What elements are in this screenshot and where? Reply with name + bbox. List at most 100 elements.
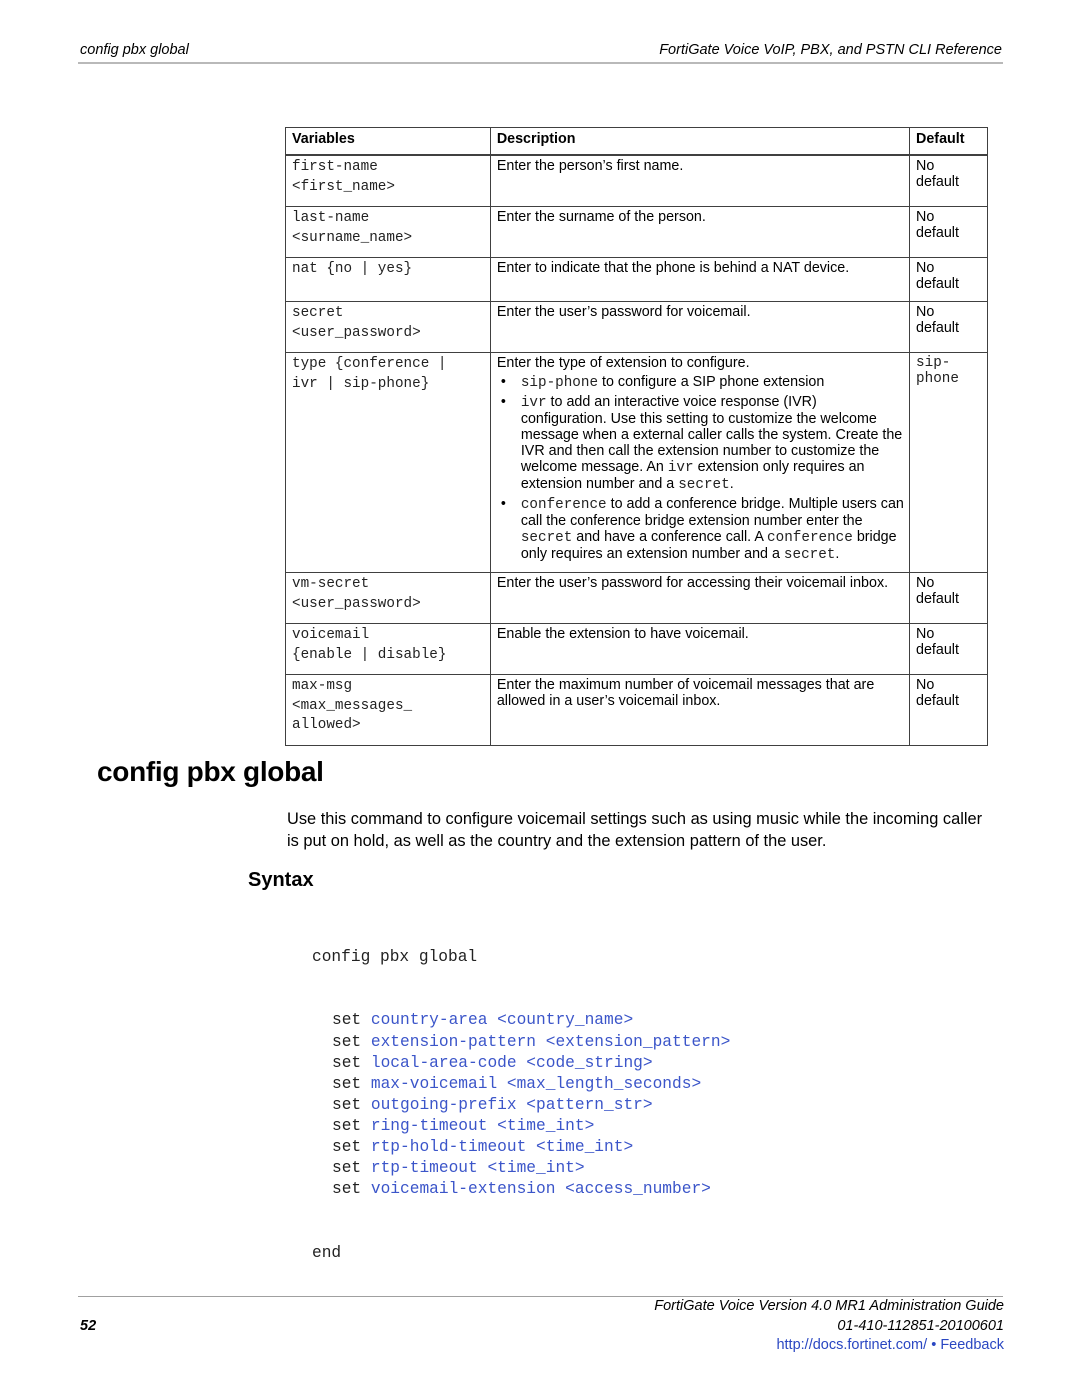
- table-row: nat {no | yes} Enter to indicate that th…: [285, 257, 988, 302]
- default-cell: sip- phone: [909, 352, 988, 573]
- default-line: No: [916, 575, 935, 591]
- inline-code: conference: [767, 530, 853, 546]
- header-section-title: config pbx global: [80, 42, 189, 58]
- variable-name: voicemail: [292, 627, 370, 643]
- syntax-option-link[interactable]: ring-timeout <time_int>: [371, 1117, 594, 1135]
- variable-cell: secret <user_password>: [285, 301, 491, 353]
- option-text: .: [835, 546, 840, 562]
- code-set-line: set outgoing-prefix <pattern_str>: [312, 1095, 730, 1116]
- syntax-option-link[interactable]: extension-pattern <extension_pattern>: [371, 1033, 730, 1051]
- default-cell: No default: [909, 206, 988, 258]
- option-text: and have a conference call. A: [572, 529, 768, 545]
- description-cell: Enter the user’s password for accessing …: [489, 572, 911, 624]
- variable-name: max-msg: [292, 678, 353, 694]
- syntax-option-link[interactable]: voicemail-extension <access_number>: [371, 1180, 711, 1198]
- variable-name: first-name: [292, 159, 378, 175]
- syntax-option-link[interactable]: outgoing-prefix <pattern_str>: [371, 1096, 653, 1114]
- table-row: vm-secret <user_password> Enter the user…: [285, 572, 988, 624]
- default-cell: No default: [909, 301, 988, 353]
- syntax-option-link[interactable]: rtp-timeout <time_int>: [371, 1159, 585, 1177]
- default-line: default: [916, 693, 959, 709]
- variable-value: <user_password>: [292, 595, 421, 612]
- footer-links: http://docs.fortinet.com/ • Feedback: [776, 1337, 1004, 1353]
- list-item: conference to add a conference bridge. M…: [497, 496, 904, 563]
- variable-value: <user_password>: [292, 324, 421, 341]
- variable-cell: type {conference | ivr | sip-phone}: [285, 352, 491, 573]
- code-set-line: set voicemail-extension <access_number>: [312, 1179, 730, 1200]
- set-keyword: set: [332, 1116, 362, 1135]
- code-set-line: set extension-pattern <extension_pattern…: [312, 1032, 730, 1053]
- code-set-line: set rtp-hold-timeout <time_int>: [312, 1137, 730, 1158]
- option-code: ivr: [520, 395, 547, 411]
- set-keyword: set: [332, 1095, 362, 1114]
- default-cell: No default: [909, 572, 988, 624]
- variable-name: nat {no | yes}: [292, 261, 413, 277]
- code-set-line: set ring-timeout <time_int>: [312, 1116, 730, 1137]
- default-line: sip-: [916, 355, 951, 371]
- default-line: default: [916, 276, 959, 292]
- table-row: secret <user_password> Enter the user’s …: [285, 301, 988, 353]
- variable-name: type {conference |: [292, 356, 447, 372]
- default-line: No: [916, 677, 935, 693]
- variable-value: {enable | disable}: [292, 646, 447, 663]
- variable-name: secret: [292, 305, 344, 321]
- variable-cell: last-name <surname_name>: [285, 206, 491, 258]
- variable-value: allowed>: [292, 717, 361, 733]
- description-cell: Enter the type of extension to configure…: [489, 352, 911, 573]
- default-line: default: [916, 642, 959, 658]
- inline-code: ivr: [667, 460, 694, 476]
- header-divider: [78, 62, 1003, 64]
- variable-cell: vm-secret <user_password>: [285, 572, 491, 624]
- default-cell: No default: [909, 154, 988, 207]
- description-cell: Enter the surname of the person.: [489, 206, 911, 258]
- section-intro: Use this command to configure voicemail …: [287, 810, 983, 850]
- feedback-link[interactable]: Feedback: [940, 1337, 1004, 1353]
- header-book-title: FortiGate Voice VoIP, PBX, and PSTN CLI …: [659, 42, 1002, 58]
- footer-divider: [78, 1296, 1003, 1297]
- table-header-row: Variables Description Default: [285, 127, 988, 156]
- table-row: first-name <first_name> Enter the person…: [285, 154, 988, 207]
- default-line: default: [916, 225, 959, 241]
- inline-code: secret: [678, 477, 730, 493]
- code-close-line: end: [312, 1243, 342, 1262]
- default-line: No: [916, 158, 935, 174]
- syntax-option-link[interactable]: rtp-hold-timeout <time_int>: [371, 1138, 633, 1156]
- syntax-option-link[interactable]: local-area-code <code_string>: [371, 1054, 653, 1072]
- default-line: default: [916, 320, 959, 336]
- column-header-default: Default: [909, 127, 988, 156]
- syntax-option-link[interactable]: country-area <country_name>: [371, 1011, 633, 1029]
- inline-code: secret: [520, 530, 573, 546]
- description-cell: Enter the user’s password for voicemail.: [489, 301, 911, 353]
- code-set-line: set local-area-code <code_string>: [312, 1053, 730, 1074]
- variable-name: vm-secret: [292, 576, 370, 592]
- code-open-line: config pbx global: [312, 948, 478, 967]
- set-keyword: set: [332, 1074, 362, 1093]
- table-row: last-name <surname_name> Enter the surna…: [285, 206, 988, 258]
- table-row: type {conference | ivr | sip-phone} Ente…: [285, 352, 988, 573]
- variable-cell: max-msg <max_messages_ allowed>: [285, 674, 491, 746]
- type-options-list: sip-phone to configure a SIP phone exten…: [497, 374, 904, 563]
- default-line: phone: [916, 371, 959, 387]
- syntax-option-link[interactable]: max-voicemail <max_length_seconds>: [371, 1075, 701, 1093]
- default-line: No: [916, 626, 935, 642]
- variable-cell: first-name <first_name>: [285, 154, 491, 207]
- description-cell: Enable the extension to have voicemail.: [489, 623, 911, 675]
- description-text: Enter the type of extension to configure…: [496, 355, 750, 371]
- default-line: No: [916, 260, 935, 276]
- variable-name: last-name: [292, 210, 370, 226]
- option-text: to configure a SIP phone extension: [598, 374, 825, 390]
- column-header-description: Description: [489, 127, 911, 156]
- description-cell: Enter to indicate that the phone is behi…: [489, 257, 911, 302]
- set-keyword: set: [332, 1159, 362, 1178]
- docs-link[interactable]: http://docs.fortinet.com/: [776, 1337, 927, 1353]
- list-item: sip-phone to configure a SIP phone exten…: [497, 374, 904, 391]
- variable-value: <max_messages_: [292, 697, 413, 714]
- option-code: sip-phone: [520, 375, 599, 391]
- column-header-variables: Variables: [285, 127, 491, 156]
- code-set-line: set rtp-timeout <time_int>: [312, 1158, 730, 1179]
- list-item: ivr to add an interactive voice response…: [497, 394, 904, 493]
- inline-code: secret: [783, 547, 836, 563]
- table-row: voicemail {enable | disable} Enable the …: [285, 623, 988, 675]
- set-keyword: set: [332, 1011, 362, 1030]
- syntax-heading: Syntax: [248, 869, 314, 891]
